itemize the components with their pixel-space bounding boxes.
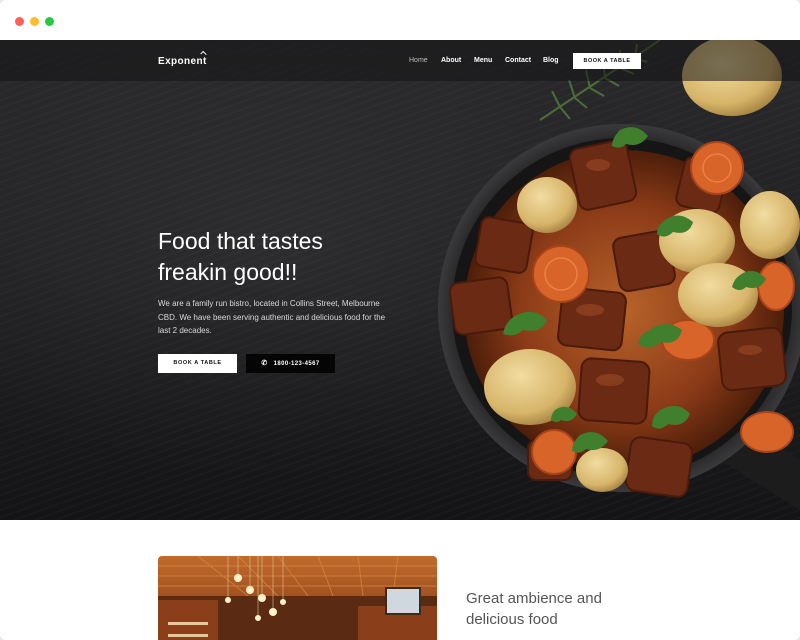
hero-section: Exponent Home About Menu Contact Blog BO… [0, 40, 800, 520]
hero-headline-line-1: Food that tastes [158, 228, 323, 254]
close-window-button[interactable] [15, 17, 24, 26]
hero-intro-text: We are a family run bistro, located in C… [158, 299, 386, 335]
hero-book-table-button[interactable]: BOOK A TABLE [158, 354, 237, 373]
restaurant-interior-illustration [158, 556, 437, 640]
site-logo[interactable]: Exponent [158, 56, 207, 67]
nav-link-contact[interactable]: Contact [505, 57, 531, 64]
hero-phone-button[interactable]: ✆ 1800-123-4567 [246, 354, 335, 373]
hero-headline-line-2: freakin good!! [158, 259, 298, 285]
hero-headline: Food that tastes freakin good!! [158, 226, 418, 288]
nav-link-blog[interactable]: Blog [543, 57, 559, 64]
minimize-window-button[interactable] [30, 17, 39, 26]
browser-window: Exponent Home About Menu Contact Blog BO… [0, 0, 800, 640]
ambience-heading: Great ambience and delicious food [466, 588, 666, 630]
nav-link-menu[interactable]: Menu [474, 57, 492, 64]
ambience-heading-line-1: Great ambience and [466, 590, 602, 607]
nav-link-about[interactable]: About [441, 57, 461, 64]
top-navbar: Exponent Home About Menu Contact Blog BO… [0, 40, 800, 81]
nav-link-home[interactable]: Home [409, 57, 428, 64]
window-titlebar [0, 0, 800, 41]
nav-book-table-button[interactable]: BOOK A TABLE [573, 53, 641, 69]
ambience-section: Great ambience and delicious food [0, 520, 800, 640]
restaurant-interior-photo [158, 556, 437, 640]
phone-number: 1800-123-4567 [273, 361, 320, 367]
maximize-window-button[interactable] [45, 17, 54, 26]
phone-icon: ✆ [261, 360, 268, 367]
ambience-heading-line-2: delicious food [466, 611, 558, 628]
